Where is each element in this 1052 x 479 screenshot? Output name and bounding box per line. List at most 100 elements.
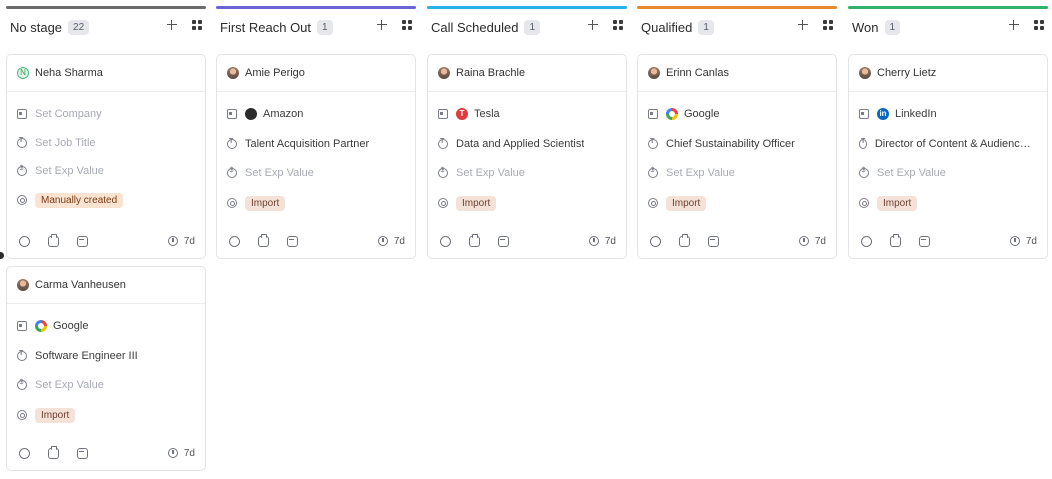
add-card-plus-icon[interactable] xyxy=(798,20,808,30)
card-header[interactable]: Carma Vanheusen xyxy=(7,267,205,304)
person-card[interactable]: Amie Perigo Amazon Talent Acquisition Pa… xyxy=(216,54,416,259)
activity-icon[interactable] xyxy=(440,235,451,247)
add-card-plus-icon[interactable] xyxy=(377,20,387,30)
age-text: 7d xyxy=(814,235,826,247)
exp-value-value[interactable]: Set Exp Value xyxy=(877,167,946,179)
job-title-field[interactable]: Talent Acquisition Partner xyxy=(227,137,369,151)
column-menu-grid-icon[interactable] xyxy=(1034,20,1044,30)
company-field[interactable]: Set Company xyxy=(17,107,102,121)
folder-icon[interactable] xyxy=(708,235,719,247)
clock-icon xyxy=(798,236,809,246)
company-value[interactable]: Amazon xyxy=(263,108,303,120)
column-menu-grid-icon[interactable] xyxy=(402,20,412,30)
dollar-icon xyxy=(17,379,27,390)
card-header[interactable]: Raina Brachle xyxy=(428,55,626,92)
person-card[interactable]: Cherry Lietz in LinkedIn Director of Con… xyxy=(848,54,1048,259)
card-header[interactable]: Erinn Canlas xyxy=(638,55,836,92)
exp-value-value[interactable]: Set Exp Value xyxy=(666,167,735,179)
job-title-value[interactable]: Set Job Title xyxy=(35,137,96,149)
task-clipboard-icon[interactable] xyxy=(469,233,480,247)
add-card-plus-icon[interactable] xyxy=(167,20,177,30)
folder-icon[interactable] xyxy=(287,235,298,247)
card-age: 7d xyxy=(1009,236,1037,247)
add-card-plus-icon[interactable] xyxy=(1009,20,1019,30)
task-clipboard-icon[interactable] xyxy=(48,445,59,459)
column-count-badge: 1 xyxy=(698,19,714,35)
company-field[interactable]: Amazon xyxy=(227,107,303,121)
company-value[interactable]: Set Company xyxy=(35,108,102,120)
exp-value-field[interactable]: Set Exp Value xyxy=(17,378,104,392)
activity-icon[interactable] xyxy=(19,235,30,247)
job-title-value[interactable]: Software Engineer III xyxy=(35,350,138,362)
folder-icon[interactable] xyxy=(77,447,88,459)
person-card[interactable]: Erinn Canlas Google Chief Sustainability… xyxy=(637,54,837,259)
company-value[interactable]: Google xyxy=(53,320,88,332)
resize-handle-dot[interactable] xyxy=(0,252,4,259)
person-card[interactable]: Carma Vanheusen Google Software Engineer… xyxy=(6,266,206,471)
job-title-value[interactable]: Talent Acquisition Partner xyxy=(245,138,369,150)
exp-value-field[interactable]: Set Exp Value xyxy=(438,166,525,180)
folder-icon[interactable] xyxy=(77,235,88,247)
company-value[interactable]: Tesla xyxy=(474,108,500,120)
company-field[interactable]: in LinkedIn xyxy=(859,107,937,121)
card-header[interactable]: Amie Perigo xyxy=(217,55,415,92)
card-footer: 7d xyxy=(861,233,1037,248)
company-field[interactable]: T Tesla xyxy=(438,107,500,121)
card-header[interactable]: N Neha Sharma xyxy=(7,55,205,92)
column-title: Call Scheduled xyxy=(431,19,519,35)
job-title-field-icon xyxy=(859,138,867,149)
folder-icon[interactable] xyxy=(919,235,930,247)
person-name[interactable]: Erinn Canlas xyxy=(666,67,729,79)
exp-value-value[interactable]: Set Exp Value xyxy=(456,167,525,179)
activity-icon[interactable] xyxy=(861,235,872,247)
company-field[interactable]: Google xyxy=(648,107,719,121)
dollar-icon xyxy=(17,165,27,176)
exp-value-field[interactable]: Set Exp Value xyxy=(227,166,314,180)
person-name[interactable]: Raina Brachle xyxy=(456,67,525,79)
job-title-field[interactable]: Set Job Title xyxy=(17,136,96,150)
company-value[interactable]: LinkedIn xyxy=(895,108,937,120)
column-menu-grid-icon[interactable] xyxy=(823,20,833,30)
exp-value-field[interactable]: Set Exp Value xyxy=(648,166,735,180)
tesla-logo-icon: T xyxy=(456,108,468,120)
job-title-field[interactable]: Director of Content & Audience Developme… xyxy=(859,137,1035,151)
task-clipboard-icon[interactable] xyxy=(258,233,269,247)
activity-icon[interactable] xyxy=(229,235,240,247)
task-clipboard-icon[interactable] xyxy=(890,233,901,247)
job-title-value[interactable]: Data and Applied Scientist xyxy=(456,138,584,150)
task-clipboard-icon[interactable] xyxy=(679,233,690,247)
exp-value-value[interactable]: Set Exp Value xyxy=(35,165,104,177)
person-name[interactable]: Cherry Lietz xyxy=(877,67,936,79)
exp-value-field[interactable]: Set Exp Value xyxy=(859,166,946,180)
column-first-reach-out: First Reach Out 1 xyxy=(216,6,416,45)
person-card[interactable]: Raina Brachle T Tesla Data and Applied S… xyxy=(427,54,627,259)
company-field-icon xyxy=(17,109,27,119)
job-title-field[interactable]: Chief Sustainability Officer xyxy=(648,137,795,151)
person-name[interactable]: Amie Perigo xyxy=(245,67,305,79)
exp-value-value[interactable]: Set Exp Value xyxy=(245,167,314,179)
person-card[interactable]: N Neha Sharma Set Company Set Job Title … xyxy=(6,54,206,259)
task-clipboard-icon[interactable] xyxy=(48,233,59,247)
person-name[interactable]: Carma Vanheusen xyxy=(35,279,126,291)
amazon-logo-icon xyxy=(245,108,257,120)
add-card-plus-icon[interactable] xyxy=(588,20,598,30)
column-count-badge: 1 xyxy=(524,19,541,35)
company-field[interactable]: Google xyxy=(17,319,88,333)
job-title-field[interactable]: Data and Applied Scientist xyxy=(438,137,584,151)
job-title-value[interactable]: Director of Content & Audience Developme… xyxy=(875,138,1035,150)
job-title-value[interactable]: Chief Sustainability Officer xyxy=(666,138,795,150)
company-value[interactable]: Google xyxy=(684,108,719,120)
job-title-field[interactable]: Software Engineer III xyxy=(17,349,138,363)
activity-icon[interactable] xyxy=(650,235,661,247)
exp-value-field[interactable]: Set Exp Value xyxy=(17,164,104,178)
activity-icon[interactable] xyxy=(19,447,30,459)
folder-icon[interactable] xyxy=(498,235,509,247)
column-menu-grid-icon[interactable] xyxy=(192,20,202,30)
card-header[interactable]: Cherry Lietz xyxy=(849,55,1047,92)
exp-value-value[interactable]: Set Exp Value xyxy=(35,379,104,391)
source-field: Import xyxy=(227,195,286,211)
card-footer: 7d xyxy=(19,233,195,248)
column-won: Won 1 xyxy=(848,6,1048,45)
person-name[interactable]: Neha Sharma xyxy=(35,67,103,79)
column-menu-grid-icon[interactable] xyxy=(613,20,623,30)
